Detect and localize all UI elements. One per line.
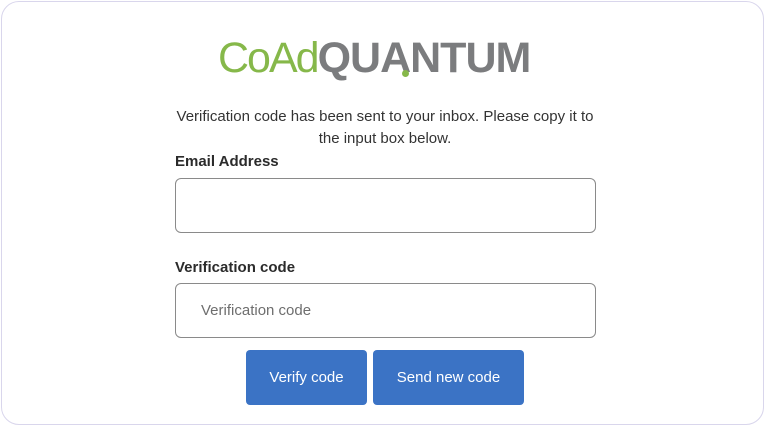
verify-code-button[interactable]: Verify code xyxy=(246,350,367,405)
email-label: Email Address xyxy=(175,153,279,170)
logo-part-quantum-a: QU xyxy=(317,34,381,82)
logo-part-coad: CoAd xyxy=(218,34,320,82)
verification-code-input[interactable] xyxy=(175,283,596,338)
email-field[interactable] xyxy=(175,178,596,233)
logo-dot-icon xyxy=(402,70,409,77)
send-new-code-button[interactable]: Send new code xyxy=(373,350,524,405)
coadquantum-logo: CoAdQUANTUM xyxy=(218,34,531,82)
intro-message: Verification code has been sent to your … xyxy=(176,108,594,147)
verification-card: CoAdQUANTUM Verification code has been s… xyxy=(1,1,764,425)
verification-code-label: Verification code xyxy=(175,259,296,276)
